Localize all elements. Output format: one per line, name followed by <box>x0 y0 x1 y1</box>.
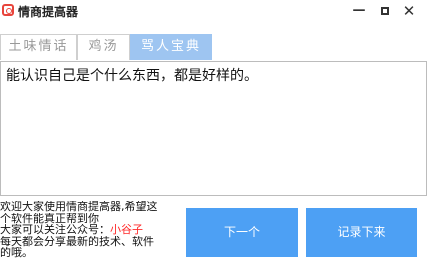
content-text-area[interactable]: 能认识自己是个什么东西，都是好样的。 <box>0 61 427 196</box>
next-button[interactable]: 下一个 <box>186 208 298 257</box>
info-line-4: 每天都会分享最新的技术、软件 <box>0 235 154 247</box>
close-icon[interactable]: ✕ <box>400 2 418 20</box>
app-logo-icon <box>2 4 14 16</box>
info-line-3: 大家可以关注公众号：小谷子 <box>0 224 180 236</box>
content-text: 能认识自己是个什么东西，都是好样的。 <box>6 68 258 84</box>
info-line-1: 欢迎大家使用情商提高器,希望这 <box>0 201 158 213</box>
info-line-2: 个软件能真正帮到你 <box>0 212 99 224</box>
minimize-icon[interactable]: — <box>350 2 368 20</box>
info-text: 欢迎大家使用情商提高器,希望这 个软件能真正帮到你 大家可以关注公众号：小谷子 … <box>0 201 180 259</box>
title-bar: 情商提高器 — ✕ <box>0 0 433 24</box>
info-line-3-prefix: 大家可以关注公众号： <box>0 224 110 236</box>
tab-chicken-soup[interactable]: 鸡汤 <box>77 34 130 60</box>
wechat-account-name: 小谷子 <box>110 224 143 236</box>
tab-love-words[interactable]: 土味情话 <box>0 34 77 60</box>
info-line-5: 的哦。 <box>0 247 33 259</box>
window-title: 情商提高器 <box>18 5 79 19</box>
maximize-icon[interactable] <box>376 2 394 20</box>
tab-insult-guide[interactable]: 骂人宝典 <box>130 34 212 60</box>
record-button[interactable]: 记录下来 <box>306 208 417 257</box>
